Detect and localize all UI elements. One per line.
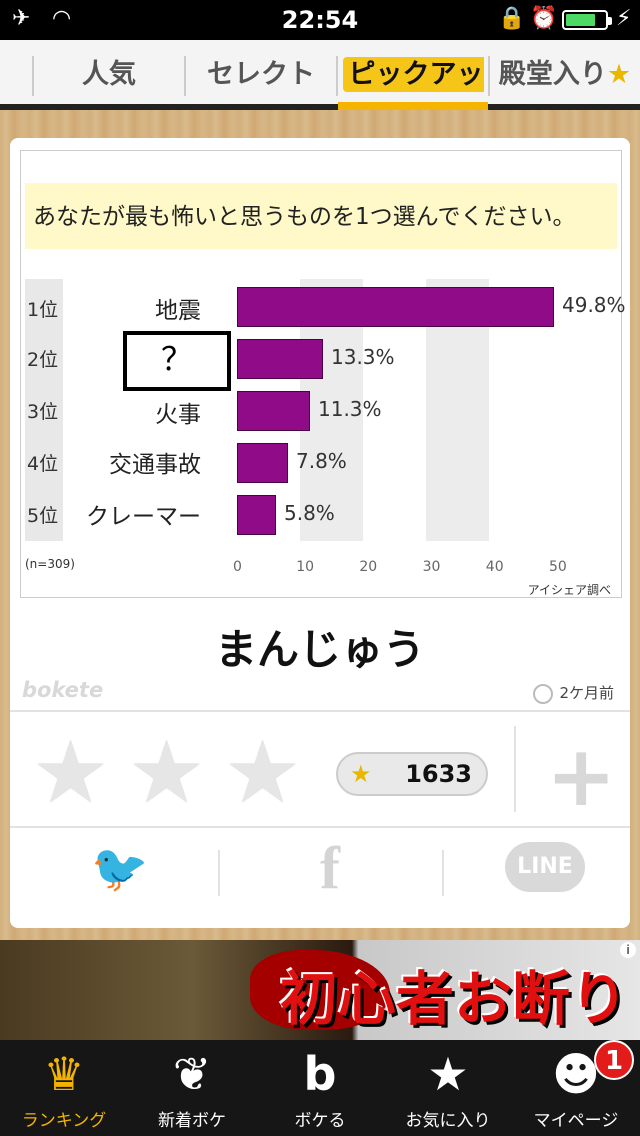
rate-star-2[interactable]: ★ bbox=[128, 728, 205, 818]
charging-icon: ⚡ bbox=[616, 6, 632, 31]
mystery-box: ？ bbox=[123, 331, 231, 391]
percent-label: 5.8% bbox=[284, 501, 335, 525]
rating-count: ★ 1633 bbox=[336, 752, 488, 796]
ad-text: 初心者お断り bbox=[279, 965, 628, 1033]
source-label: アイシェア調べ bbox=[527, 583, 611, 597]
add-favorite-button[interactable]: + bbox=[546, 734, 616, 818]
percent-label: 7.8% bbox=[296, 449, 347, 473]
bar bbox=[237, 339, 323, 379]
tab-hall-of-fame[interactable]: 殿堂入り★ bbox=[490, 52, 640, 98]
category-label: 地震 bbox=[155, 298, 201, 324]
x-tick-label: 30 bbox=[422, 559, 441, 575]
ad-info-icon[interactable]: i bbox=[620, 942, 636, 958]
tab-popular[interactable]: 人気 bbox=[36, 52, 182, 98]
sprout-icon: ❦ bbox=[172, 1047, 212, 1101]
bokete-logo: bokete bbox=[22, 678, 104, 702]
clock-icon bbox=[533, 683, 554, 704]
alarm-icon: ⏰ bbox=[530, 6, 558, 31]
active-tab-indicator bbox=[338, 102, 488, 110]
bar-plot: 49.8% 13.3% 11.3% 7.8% 5.8% bbox=[237, 279, 626, 541]
bar bbox=[237, 391, 310, 431]
post-card: あなたが最も怖いと思うものを1つ選んでください。 1位 2位 3位 4位 5位 … bbox=[10, 138, 630, 928]
sample-size: (n=309) bbox=[25, 557, 75, 571]
nav-favorites[interactable]: ★ お気に入り bbox=[384, 1040, 512, 1136]
status-bar: ✈ ◠ 22:54 🔒 ⏰ ⚡ bbox=[0, 0, 640, 40]
x-tick-label: 50 bbox=[549, 559, 567, 575]
question-text: あなたが最も怖いと思うものを1つ選んでください。 bbox=[33, 204, 576, 230]
category-label: 火事 bbox=[155, 402, 201, 428]
category-label: クレーマー bbox=[86, 504, 201, 530]
x-tick-label: 0 bbox=[233, 559, 242, 575]
bar bbox=[237, 287, 554, 327]
facebook-icon: f bbox=[320, 835, 340, 901]
facebook-share-button[interactable]: f bbox=[260, 838, 400, 898]
rate-star-3[interactable]: ★ bbox=[224, 728, 301, 818]
ad-banner[interactable]: 初心者お断り i bbox=[0, 940, 640, 1040]
percent-label: 11.3% bbox=[318, 397, 382, 421]
nav-new-boke[interactable]: ❦ 新着ボケ bbox=[128, 1040, 256, 1136]
line-icon: LINE bbox=[505, 842, 585, 892]
tab-select[interactable]: セレクト bbox=[186, 52, 336, 98]
bottom-nav: ♛ ランキング ❦ 新着ボケ b ボケる ★ お気に入り ☻ マイページ bbox=[0, 1040, 640, 1136]
x-tick-label: 10 bbox=[296, 559, 315, 575]
twitter-icon: 🐦 bbox=[91, 841, 149, 895]
boke-answer: まんじゅう bbox=[214, 625, 425, 674]
x-tick-label: 20 bbox=[359, 559, 378, 575]
x-tick-label: 40 bbox=[485, 559, 504, 575]
post-time: 2ケ月前 bbox=[533, 682, 614, 704]
notification-badge: 1 bbox=[594, 1040, 634, 1080]
bar bbox=[237, 443, 288, 483]
crown-icon: ♛ bbox=[43, 1047, 85, 1101]
percent-label: 13.3% bbox=[331, 345, 395, 369]
star-icon: ★ bbox=[350, 760, 372, 788]
rank-label: 2位 bbox=[27, 349, 59, 371]
b-logo-icon: b bbox=[303, 1047, 337, 1101]
rate-star-1[interactable]: ★ bbox=[32, 728, 109, 818]
question-banner: あなたが最も怖いと思うものを1つ選んでください。 bbox=[25, 183, 617, 249]
twitter-share-button[interactable]: 🐦 bbox=[50, 838, 190, 898]
bar bbox=[237, 495, 276, 535]
category-tabs: 人気 セレクト ピックアップ 殿堂入り★ bbox=[0, 40, 640, 138]
nav-boke[interactable]: b ボケる bbox=[256, 1040, 384, 1136]
star-icon: ★ bbox=[606, 59, 632, 90]
category-label: 交通事故 bbox=[109, 452, 201, 478]
line-share-button[interactable]: LINE bbox=[500, 838, 590, 898]
battery-icon bbox=[562, 10, 612, 30]
star-icon: ★ bbox=[427, 1047, 469, 1101]
percent-label: 49.8% bbox=[562, 293, 626, 317]
post-image[interactable]: あなたが最も怖いと思うものを1つ選んでください。 1位 2位 3位 4位 5位 … bbox=[20, 150, 626, 598]
tab-pickup[interactable]: ピックアップ bbox=[338, 52, 488, 138]
nav-ranking[interactable]: ♛ ランキング bbox=[0, 1040, 128, 1136]
rotation-lock-icon: 🔒 bbox=[498, 6, 526, 31]
